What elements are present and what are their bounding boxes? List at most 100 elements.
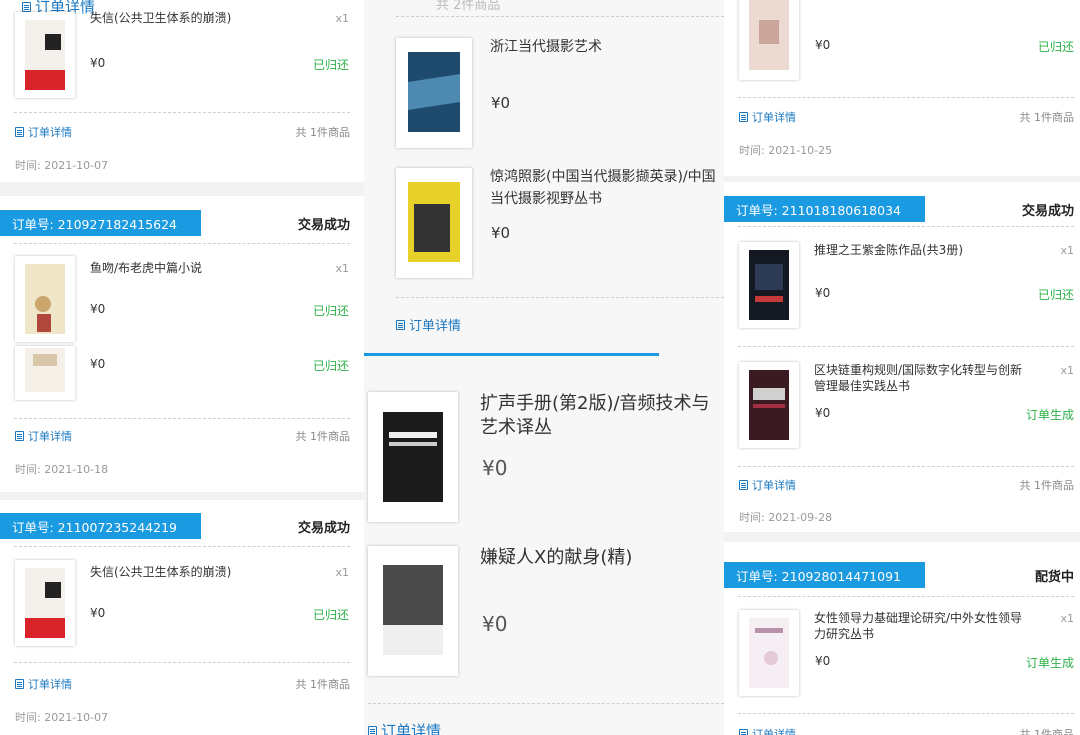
divider <box>738 466 1074 467</box>
item-count: 共 1件商品 <box>295 126 351 139</box>
list-item[interactable]: ¥0 已归还 <box>0 346 364 406</box>
divider <box>14 112 350 113</box>
list-item[interactable]: 区块链重构规则/国际数字化转型与创新管理最佳实践丛书 x1 ¥0 订单生成 <box>724 354 1080 450</box>
book-cover-image <box>408 52 460 132</box>
divider <box>738 226 1074 227</box>
order-number-tag: 订单号: 210928014471091 <box>724 562 938 588</box>
item-price: ¥0 <box>815 654 831 668</box>
order-number-tag: 订单号: 211007235244219 <box>0 513 214 539</box>
order-card: 订单号: 211007235244219 交易成功 失信(公共卫生体系的崩溃) … <box>0 500 364 735</box>
item-status: 已归还 <box>312 58 349 72</box>
book-cover-image <box>749 370 789 440</box>
divider <box>738 596 1074 597</box>
order-footer: 订单详情 <box>364 720 724 735</box>
item-status: 已归还 <box>1037 40 1074 54</box>
item-title: 扩声手册(第2版)/音频技术与艺术译丛 <box>480 393 710 438</box>
item-price: ¥0 <box>482 456 508 480</box>
order-detail-link[interactable]: 订单详情 <box>15 428 72 444</box>
item-quantity: x1 <box>335 12 349 25</box>
divider <box>368 703 724 704</box>
divider <box>14 546 350 547</box>
order-number-tag: 订单号: 210927182415624 <box>0 210 214 236</box>
list-item[interactable]: 推理之王紫金陈作品(共3册) x1 ¥0 已归还 <box>724 232 1080 328</box>
order-status: 配货中 <box>1034 569 1074 585</box>
order-card: 订单详情 失信(公共卫生体系的崩溃) x1 ¥0 已归还 订单详情 共 1件商品… <box>0 0 364 182</box>
order-footer: 订单详情 共 1件商品 <box>724 109 1080 129</box>
left-column: 订单详情 失信(公共卫生体系的崩溃) x1 ¥0 已归还 订单详情 共 1件商品… <box>0 0 364 735</box>
item-status: 已归还 <box>312 608 349 622</box>
item-status: 订单生成 <box>1025 656 1074 670</box>
divider <box>14 243 350 244</box>
document-icon <box>739 480 748 490</box>
book-cover <box>368 546 458 676</box>
list-item[interactable]: 扩声手册(第2版)/音频技术与艺术译丛 ¥0 <box>364 378 724 528</box>
book-cover <box>739 362 799 448</box>
order-header: 订单号: 211018180618034 交易成功 <box>724 194 1080 224</box>
book-cover-image <box>749 250 789 320</box>
divider <box>14 418 350 419</box>
order-footer: 订单详情 <box>364 315 724 335</box>
book-cover <box>368 392 458 522</box>
right-column: ¥0 已归还 订单详情 共 1件商品 时间: 2021-10-25 订单号: 2… <box>724 0 1080 735</box>
book-cover-image <box>749 0 789 70</box>
order-detail-link[interactable]: 订单详情 <box>739 726 796 735</box>
document-icon <box>15 431 24 441</box>
order-detail-link[interactable]: 订单详情 <box>739 109 796 125</box>
order-detail-link[interactable]: 订单详情 <box>739 477 796 493</box>
order-time: 时间: 2021-10-07 <box>15 711 109 724</box>
item-status: 已归还 <box>1037 288 1074 302</box>
list-item[interactable]: 惊鸿照影(中国当代摄影撷英录)/中国当代摄影视野丛书 ¥0 <box>364 164 724 284</box>
divider <box>738 713 1074 714</box>
item-status: 订单生成 <box>1025 408 1074 422</box>
list-item[interactable]: 浙江当代摄影艺术 ¥0 <box>364 34 724 154</box>
order-time: 时间: 2021-09-28 <box>739 511 833 524</box>
list-item[interactable]: 失信(公共卫生体系的崩溃) x1 ¥0 已归还 <box>0 552 364 648</box>
order-header: 订单号: 210927182415624 交易成功 <box>0 208 364 238</box>
list-item[interactable]: 鱼吻/布老虎中篇小说 x1 ¥0 已归还 <box>0 248 364 344</box>
item-title: 浙江当代摄影艺术 <box>490 39 602 55</box>
order-footer: 订单详情 共 1件商品 <box>0 428 364 448</box>
book-cover <box>739 610 799 696</box>
list-item[interactable]: ¥0 已归还 <box>724 0 1080 96</box>
item-count: 共 1件商品 <box>295 678 351 691</box>
list-item[interactable]: 嫌疑人X的献身(精) ¥0 <box>364 534 724 684</box>
order-card: 订单号: 210928014471091 配货中 女性领导力基础理论研究/中外女… <box>724 542 1080 735</box>
item-title: 鱼吻/布老虎中篇小说 <box>90 261 203 275</box>
item-title: 失信(公共卫生体系的崩溃) <box>90 11 232 25</box>
order-number-tag: 订单号: 211018180618034 <box>724 196 938 222</box>
document-icon <box>739 729 748 735</box>
item-price: ¥0 <box>491 224 511 242</box>
book-cover <box>15 12 75 98</box>
order-header: 订单号: 211007235244219 交易成功 <box>0 511 364 541</box>
list-item[interactable]: 失信(公共卫生体系的崩溃) x1 ¥0 已归还 <box>0 2 364 98</box>
divider <box>396 16 724 17</box>
item-price: ¥0 <box>815 406 831 420</box>
item-title: 推理之王紫金陈作品(共3册) <box>814 243 963 257</box>
item-count: 共 1件商品 <box>1019 479 1075 492</box>
item-status: 已归还 <box>312 304 349 318</box>
document-icon <box>368 725 377 735</box>
divider <box>14 662 350 663</box>
order-time: 时间: 2021-10-25 <box>739 144 833 157</box>
item-price: ¥0 <box>491 94 511 112</box>
order-detail-link[interactable]: 订单详情 <box>15 676 72 692</box>
book-cover <box>15 256 75 342</box>
order-detail-link[interactable]: 订单详情 <box>396 315 461 334</box>
item-price: ¥0 <box>90 606 106 620</box>
order-detail-link[interactable]: 订单详情 <box>15 124 72 140</box>
divider <box>738 346 1074 347</box>
middle-column: 共 2件商品 浙江当代摄影艺术 ¥0 惊鸿照影(中国当代摄影撷英录)/中国当代摄… <box>364 0 724 735</box>
order-detail-link[interactable]: 订单详情 <box>368 720 441 735</box>
item-title: 嫌疑人X的献身(精) <box>480 547 633 568</box>
book-cover <box>396 168 472 278</box>
list-item[interactable]: 女性领导力基础理论研究/中外女性领导力研究丛书 x1 ¥0 订单生成 <box>724 602 1080 698</box>
book-cover-image <box>408 182 460 262</box>
item-title: 女性领导力基础理论研究/中外女性领导力研究丛书 <box>814 611 1023 641</box>
book-cover-image <box>25 568 65 638</box>
item-title: 失信(公共卫生体系的崩溃) <box>90 565 232 579</box>
book-cover-image <box>25 264 65 334</box>
book-cover <box>739 242 799 328</box>
book-cover-image <box>25 20 65 90</box>
book-cover <box>396 38 472 148</box>
item-title: 区块链重构规则/国际数字化转型与创新管理最佳实践丛书 <box>814 363 1023 393</box>
